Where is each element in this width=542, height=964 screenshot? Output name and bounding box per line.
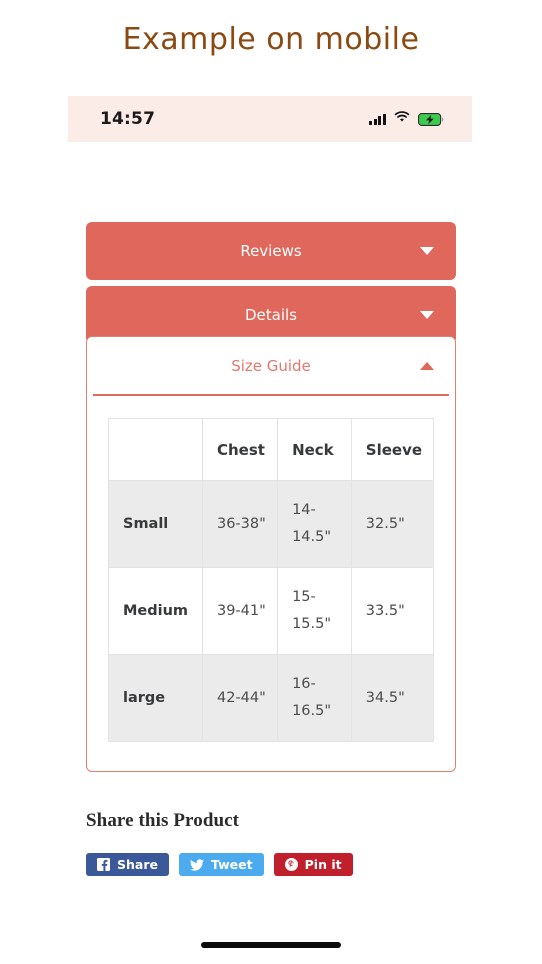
table-cell-chest: 36-38" (201, 480, 279, 568)
table-header-row: Chest Neck Sleeve (108, 418, 435, 481)
accordion-label-reviews: Reviews (240, 242, 302, 260)
table-cell-sleeve: 33.5" (350, 567, 435, 655)
size-table-container: Chest Neck Sleeve Small 36-38" 14-14.5" … (87, 396, 455, 742)
facebook-icon (97, 858, 110, 871)
size-table-body: Small 36-38" 14-14.5" 32.5" Medium 39-41… (108, 480, 435, 742)
table-row: Medium 39-41" 15-15.5" 33.5" (108, 567, 435, 655)
table-cell-size: Small (108, 480, 203, 568)
pinterest-share-label: Pin it (304, 857, 342, 872)
facebook-share-button[interactable]: Share (86, 853, 169, 876)
table-cell-neck: 16-16.5" (277, 654, 352, 742)
pinterest-icon (284, 858, 298, 871)
twitter-share-label: Tweet (210, 857, 253, 872)
status-bar: 14:57 (68, 96, 472, 142)
status-bar-icons (369, 110, 444, 128)
share-section: Share this Product Share Tweet Pin it (86, 810, 486, 876)
share-button-group: Share Tweet Pin it (86, 853, 486, 876)
table-row: large 42-44" 16-16.5" 34.5" (108, 654, 435, 742)
table-header-neck: Neck (277, 418, 352, 481)
accordion-panel-size-guide: Size Guide Chest Neck Sleeve Small 36-38… (86, 336, 456, 772)
chevron-down-icon (420, 311, 434, 319)
pinterest-share-button[interactable]: Pin it (273, 853, 353, 876)
signal-bars-icon (369, 113, 386, 125)
battery-charging-icon (418, 112, 444, 126)
home-indicator[interactable] (201, 942, 341, 948)
table-row: Small 36-38" 14-14.5" 32.5" (108, 480, 435, 568)
twitter-icon (189, 858, 204, 871)
table-cell-chest: 42-44" (201, 654, 279, 742)
product-accordion: Reviews Details (86, 222, 456, 350)
accordion-label-details: Details (244, 306, 297, 324)
twitter-share-button[interactable]: Tweet (178, 853, 264, 876)
page-title: Example on mobile (122, 22, 420, 57)
accordion-header-size-guide[interactable]: Size Guide (87, 337, 455, 394)
share-heading: Share this Product (86, 810, 240, 831)
table-cell-sleeve: 32.5" (350, 480, 435, 568)
table-cell-size: Medium (108, 567, 203, 655)
accordion-label-size-guide: Size Guide (231, 356, 311, 375)
table-header-sleeve: Sleeve (350, 418, 435, 481)
table-header-blank (108, 418, 203, 481)
table-cell-neck: 14-14.5" (277, 480, 352, 568)
chevron-down-icon (420, 247, 434, 255)
facebook-share-label: Share (117, 857, 158, 872)
size-guide-table: Chest Neck Sleeve Small 36-38" 14-14.5" … (108, 418, 435, 742)
accordion-header-reviews[interactable]: Reviews (86, 222, 456, 280)
table-cell-neck: 15-15.5" (277, 567, 352, 655)
mobile-example-page: Example on mobile 14:57 Reviews Details … (0, 0, 542, 964)
wifi-icon (394, 110, 410, 128)
table-cell-chest: 39-41" (201, 567, 279, 655)
size-table-head: Chest Neck Sleeve (108, 418, 435, 481)
status-bar-clock: 14:57 (100, 109, 156, 129)
table-header-chest: Chest (201, 418, 279, 481)
table-cell-size: large (108, 654, 203, 742)
chevron-up-icon (420, 361, 434, 370)
table-cell-sleeve: 34.5" (350, 654, 435, 742)
